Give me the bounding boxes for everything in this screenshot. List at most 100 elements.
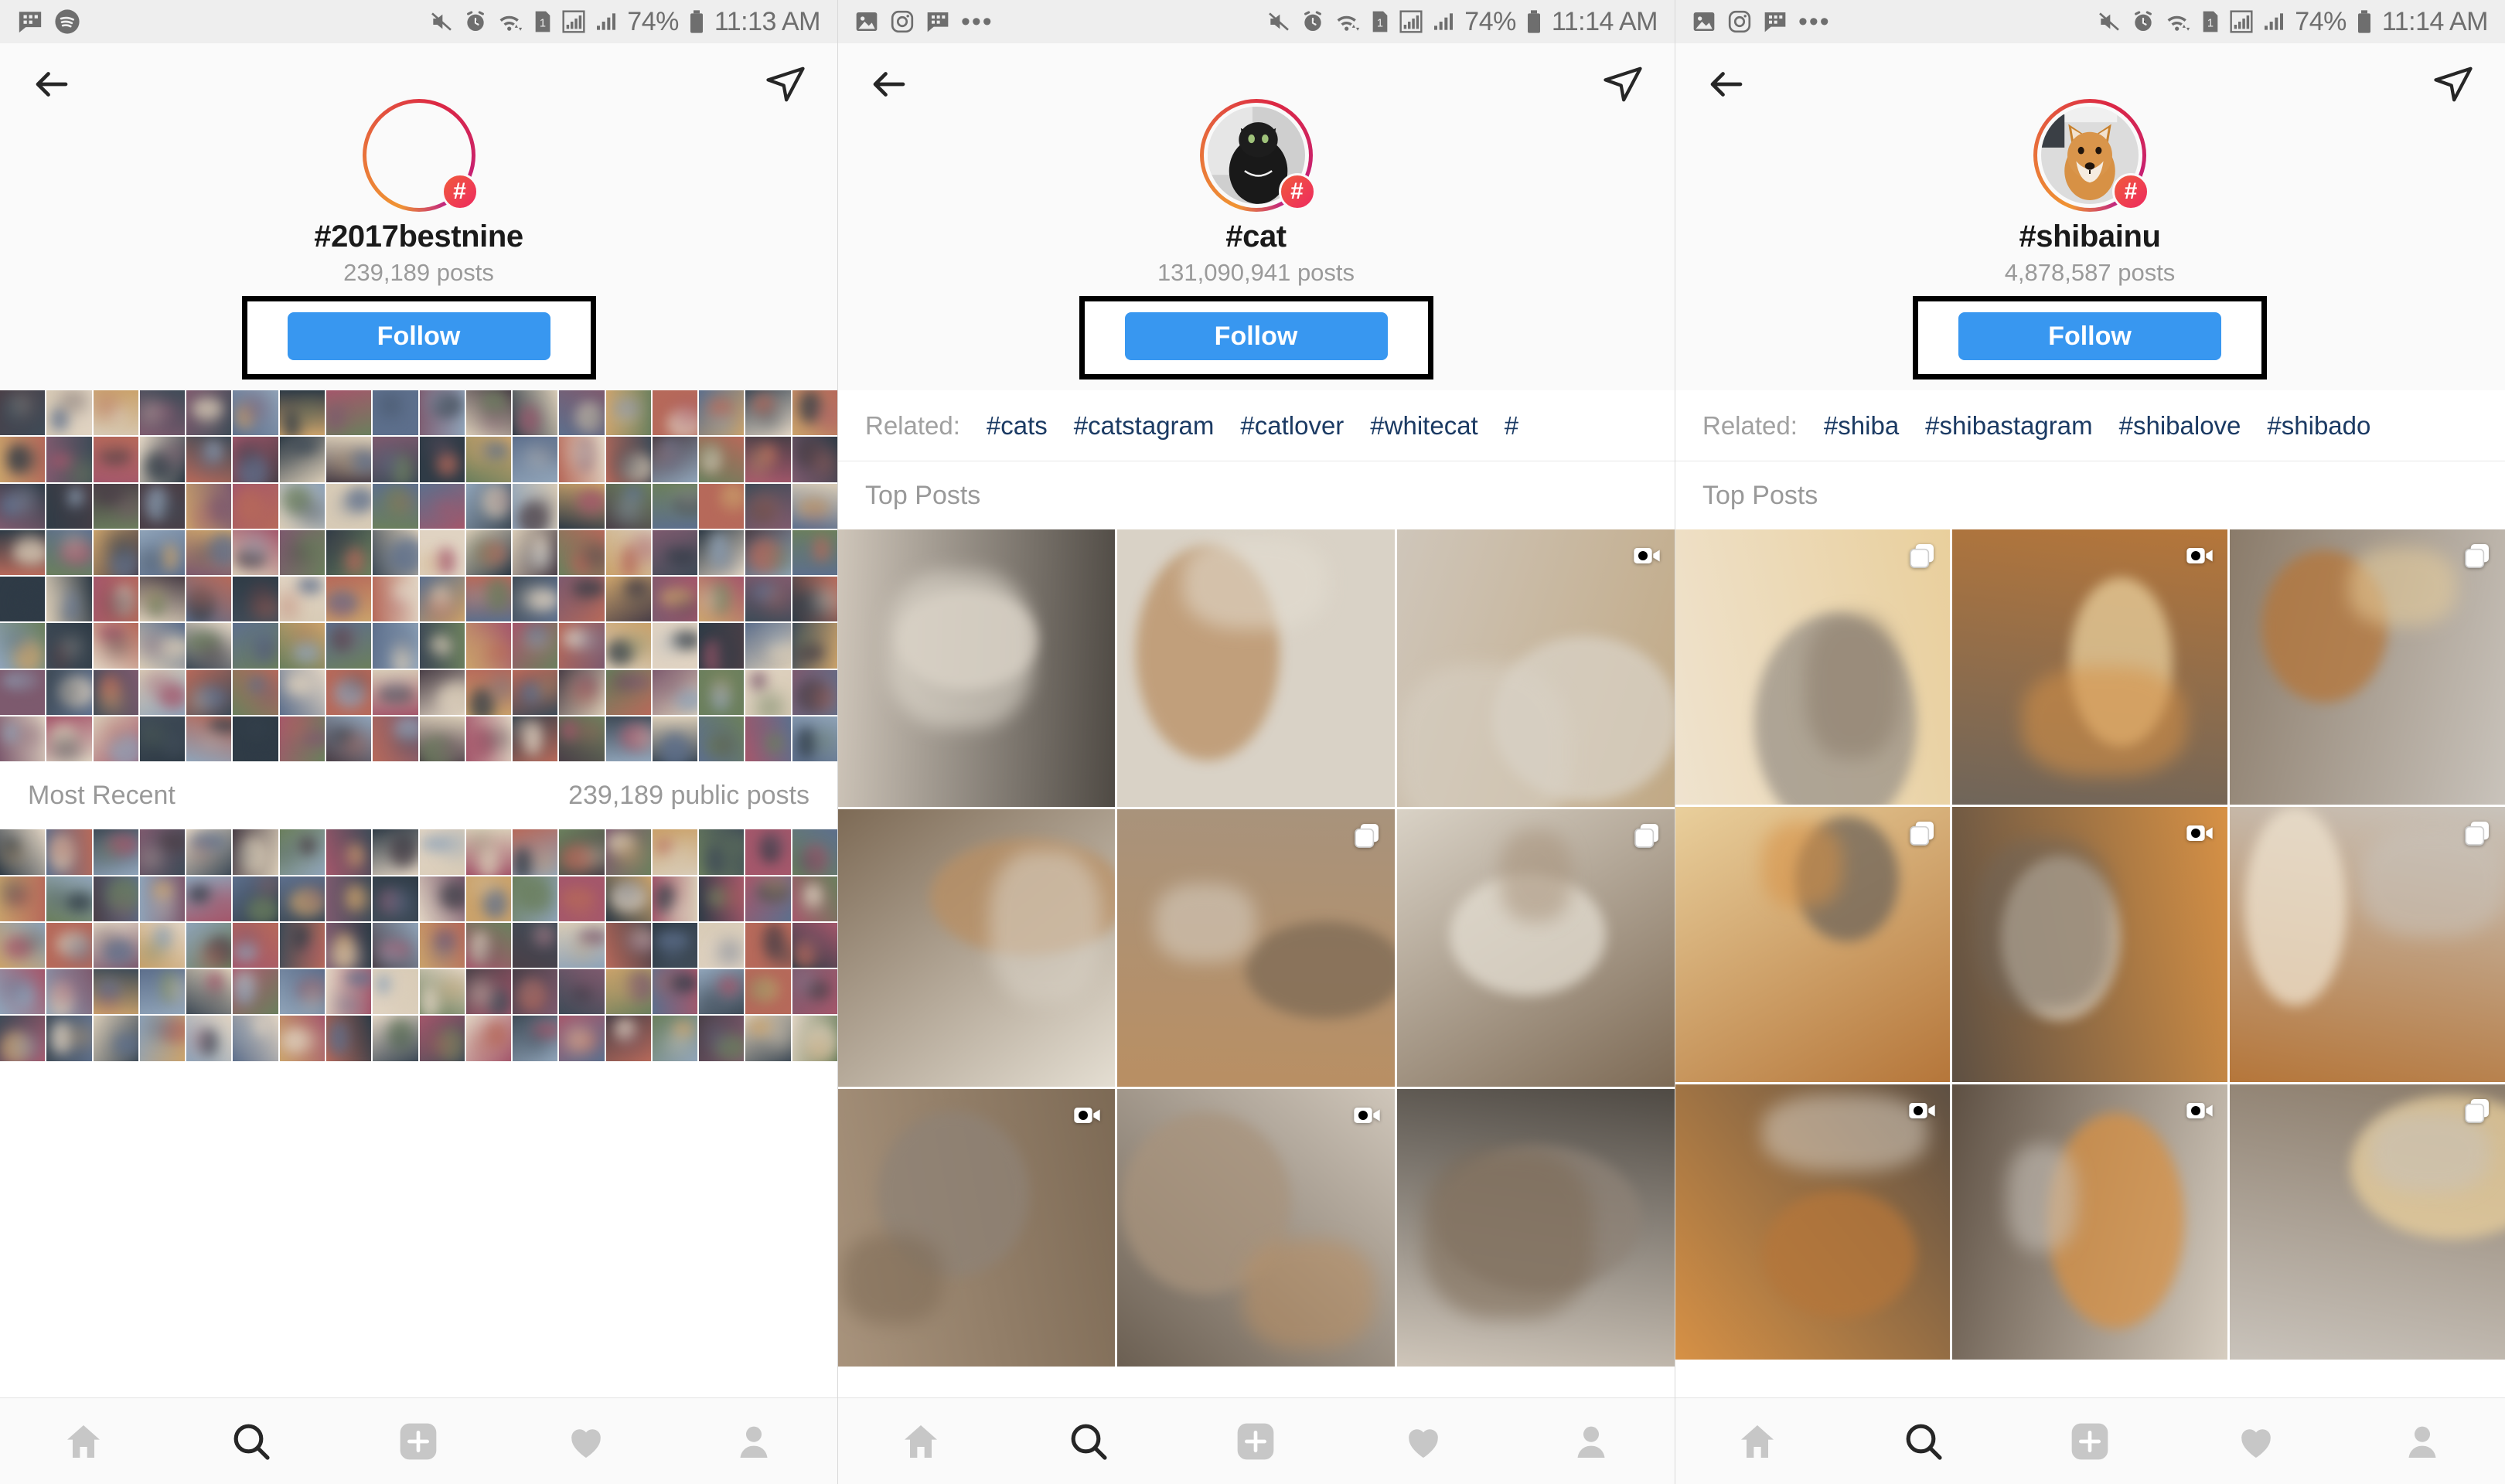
tab-home[interactable] xyxy=(37,1407,130,1476)
back-arrow-icon[interactable] xyxy=(1706,63,1747,105)
collage-thumbnail[interactable] xyxy=(792,876,837,921)
collage-thumbnail[interactable] xyxy=(605,437,651,482)
collage-thumbnail[interactable] xyxy=(419,623,465,669)
collage-thumbnail[interactable] xyxy=(325,969,372,1015)
collage-thumbnail[interactable] xyxy=(792,922,837,968)
related-hashtag[interactable]: #catlover xyxy=(1240,411,1344,441)
collage-thumbnail[interactable] xyxy=(605,969,651,1015)
tab-profile[interactable] xyxy=(707,1407,800,1476)
collage-thumbnail[interactable] xyxy=(465,483,512,529)
collage-thumbnail[interactable] xyxy=(46,829,92,875)
collage-thumbnail[interactable] xyxy=(373,829,418,875)
collage-thumbnail[interactable] xyxy=(0,483,46,529)
collage-thumbnail[interactable] xyxy=(233,1016,278,1061)
collage-thumbnail[interactable] xyxy=(745,829,791,875)
collage-thumbnail[interactable] xyxy=(0,529,46,576)
tab-profile[interactable] xyxy=(2376,1407,2469,1476)
collage-thumbnail[interactable] xyxy=(0,669,46,715)
post-thumbnail[interactable] xyxy=(2230,1084,2505,1360)
collage-thumbnail[interactable] xyxy=(186,716,232,762)
collage-thumbnail[interactable] xyxy=(559,829,605,875)
tab-activity[interactable] xyxy=(1377,1407,1470,1476)
collage-thumbnail[interactable] xyxy=(46,1016,92,1061)
tab-home[interactable] xyxy=(1711,1407,1804,1476)
tab-activity[interactable] xyxy=(540,1407,632,1476)
collage-thumbnail[interactable] xyxy=(792,390,837,436)
collage-thumbnail[interactable] xyxy=(233,829,278,875)
collage-thumbnail[interactable] xyxy=(279,437,325,482)
collage-thumbnail[interactable] xyxy=(465,829,512,875)
collage-thumbnail[interactable] xyxy=(325,437,372,482)
collage-thumbnail[interactable] xyxy=(652,623,698,669)
collage-thumbnail[interactable] xyxy=(559,876,605,921)
tab-add-post[interactable] xyxy=(2043,1407,2136,1476)
collage-thumbnail[interactable] xyxy=(605,390,651,436)
collage-thumbnail[interactable] xyxy=(559,969,605,1015)
collage-thumbnail[interactable] xyxy=(325,390,372,436)
collage-thumbnail[interactable] xyxy=(186,577,232,622)
collage-thumbnail[interactable] xyxy=(559,1016,605,1061)
collage-thumbnail[interactable] xyxy=(139,623,186,669)
collage-thumbnail[interactable] xyxy=(325,922,372,968)
collage-thumbnail[interactable] xyxy=(559,437,605,482)
related-hashtag[interactable]: #catstagram xyxy=(1074,411,1215,441)
collage-thumbnail[interactable] xyxy=(419,437,465,482)
collage-thumbnail[interactable] xyxy=(186,390,232,436)
collage-thumbnail[interactable] xyxy=(373,483,418,529)
collage-thumbnail[interactable] xyxy=(233,669,278,715)
tab-home[interactable] xyxy=(874,1407,967,1476)
collage-thumbnail[interactable] xyxy=(373,1016,418,1061)
collage-thumbnail[interactable] xyxy=(465,922,512,968)
collage-thumbnail[interactable] xyxy=(46,969,92,1015)
collage-thumbnail[interactable] xyxy=(792,437,837,482)
collage-thumbnail[interactable] xyxy=(186,876,232,921)
collage-thumbnail[interactable] xyxy=(605,1016,651,1061)
collage-thumbnail[interactable] xyxy=(513,529,558,576)
collage-thumbnail[interactable] xyxy=(513,483,558,529)
collage-thumbnail[interactable] xyxy=(652,390,698,436)
tab-activity[interactable] xyxy=(2210,1407,2302,1476)
collage-thumbnail[interactable] xyxy=(233,716,278,762)
collage-thumbnail[interactable] xyxy=(513,437,558,482)
collage-thumbnail[interactable] xyxy=(419,577,465,622)
collage-thumbnail[interactable] xyxy=(279,483,325,529)
related-hashtag[interactable]: #shibastagram xyxy=(1925,411,2092,441)
collage-thumbnail[interactable] xyxy=(513,390,558,436)
direct-message-icon[interactable] xyxy=(765,63,806,105)
collage-thumbnail[interactable] xyxy=(419,669,465,715)
collage-thumbnail[interactable] xyxy=(745,669,791,715)
collage-thumbnail[interactable] xyxy=(279,529,325,576)
collage-thumbnail[interactable] xyxy=(0,716,46,762)
collage-thumbnail[interactable] xyxy=(605,829,651,875)
collage-thumbnail[interactable] xyxy=(465,1016,512,1061)
collage-thumbnail[interactable] xyxy=(139,1016,186,1061)
collage-thumbnail[interactable] xyxy=(513,922,558,968)
collage-thumbnail[interactable] xyxy=(373,716,418,762)
collage-thumbnail[interactable] xyxy=(186,669,232,715)
collage-thumbnail[interactable] xyxy=(465,437,512,482)
collage-thumbnail[interactable] xyxy=(605,529,651,576)
collage-thumbnail[interactable] xyxy=(465,716,512,762)
collage-thumbnail[interactable] xyxy=(139,669,186,715)
collage-thumbnail[interactable] xyxy=(699,483,745,529)
collage-thumbnail[interactable] xyxy=(605,669,651,715)
tab-search[interactable] xyxy=(1877,1407,1970,1476)
collage-thumbnail[interactable] xyxy=(652,716,698,762)
collage-thumbnail[interactable] xyxy=(139,829,186,875)
collage-thumbnail[interactable] xyxy=(745,483,791,529)
collage-thumbnail[interactable] xyxy=(0,969,46,1015)
collage-thumbnail[interactable] xyxy=(93,829,138,875)
post-thumbnail[interactable] xyxy=(1397,1089,1675,1367)
collage-thumbnail[interactable] xyxy=(233,437,278,482)
related-hashtag[interactable]: #whitecat xyxy=(1370,411,1477,441)
collage-thumbnail[interactable] xyxy=(139,577,186,622)
collage-thumbnail[interactable] xyxy=(186,1016,232,1061)
tab-add-post[interactable] xyxy=(372,1407,465,1476)
collage-thumbnail[interactable] xyxy=(792,483,837,529)
collage-thumbnail[interactable] xyxy=(325,577,372,622)
collage-thumbnail[interactable] xyxy=(513,623,558,669)
collage-thumbnail[interactable] xyxy=(465,969,512,1015)
collage-thumbnail[interactable] xyxy=(652,969,698,1015)
collage-thumbnail[interactable] xyxy=(792,577,837,622)
collage-thumbnail[interactable] xyxy=(652,483,698,529)
